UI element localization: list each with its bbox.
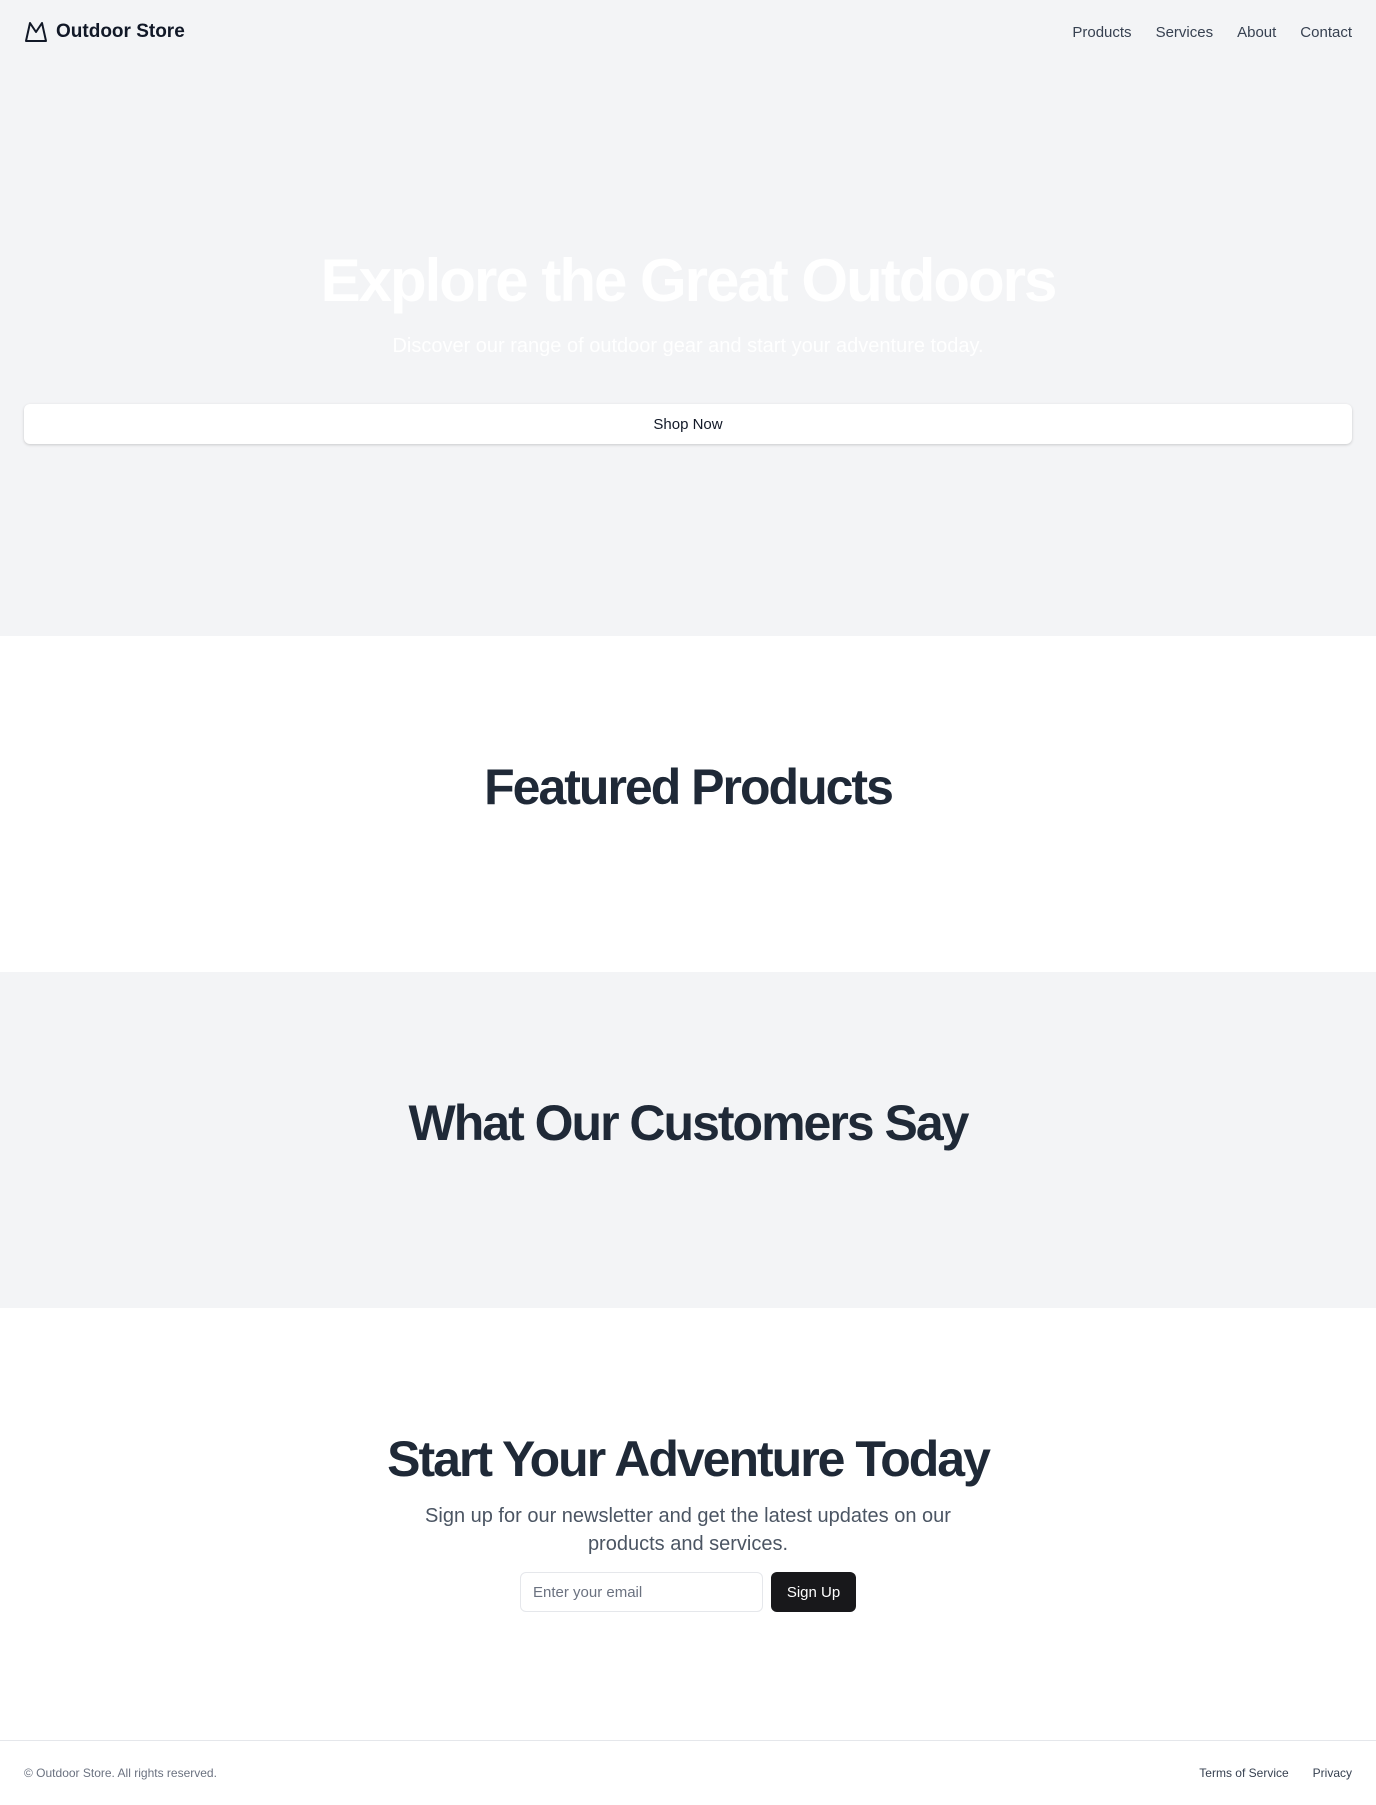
testimonials-title: What Our Customers Say bbox=[408, 1095, 970, 1151]
footer-nav: Terms of Service Privacy bbox=[1199, 1766, 1352, 1780]
nav-link-products[interactable]: Products bbox=[1072, 24, 1131, 41]
nav-link-services[interactable]: Services bbox=[1156, 24, 1214, 41]
featured-products-title: Featured Products bbox=[484, 759, 894, 815]
footer-copyright: © Outdoor Store. All rights reserved. bbox=[24, 1766, 217, 1780]
terms-of-service-link[interactable]: Terms of Service bbox=[1199, 1766, 1288, 1780]
hero-subtitle: Discover our range of outdoor gear and s… bbox=[392, 335, 984, 357]
main-nav: Products Services About Contact bbox=[1072, 24, 1352, 41]
mountain-icon bbox=[25, 22, 47, 42]
email-input[interactable] bbox=[520, 1572, 763, 1612]
newsletter-form: Sign Up bbox=[520, 1572, 856, 1612]
site-footer: © Outdoor Store. All rights reserved. Te… bbox=[0, 1740, 1376, 1805]
newsletter-section: Start Your Adventure Today Sign up for o… bbox=[0, 1308, 1376, 1740]
newsletter-title: Start Your Adventure Today bbox=[387, 1431, 991, 1487]
hero-title: Explore the Great Outdoors bbox=[320, 247, 1058, 314]
hero-section: Explore the Great Outdoors Discover our … bbox=[0, 0, 1376, 636]
sign-up-button[interactable]: Sign Up bbox=[771, 1572, 856, 1612]
brand-link[interactable]: Outdoor Store bbox=[24, 20, 185, 44]
shop-now-button[interactable]: Shop Now bbox=[24, 404, 1352, 444]
privacy-link[interactable]: Privacy bbox=[1313, 1766, 1352, 1780]
featured-products-section: Featured Products bbox=[0, 636, 1376, 972]
newsletter-subtitle: Sign up for our newsletter and get the l… bbox=[425, 1505, 951, 1555]
site-header: Outdoor Store Products Services About Co… bbox=[0, 0, 1376, 64]
nav-link-contact[interactable]: Contact bbox=[1300, 24, 1352, 41]
nav-link-about[interactable]: About bbox=[1237, 24, 1276, 41]
brand-name: Outdoor Store bbox=[56, 21, 185, 42]
testimonials-section: What Our Customers Say bbox=[0, 972, 1376, 1308]
